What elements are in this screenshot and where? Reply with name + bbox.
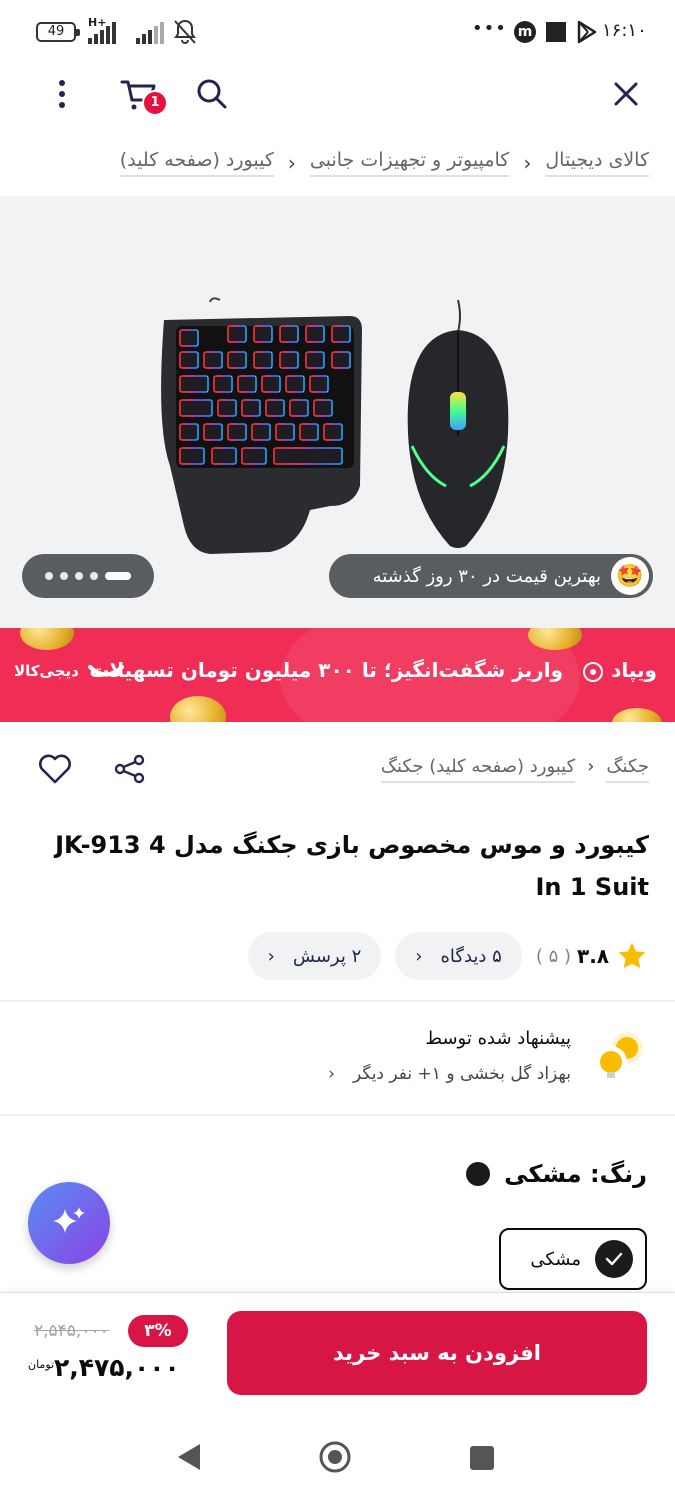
signal-icon bbox=[88, 18, 116, 44]
ai-assistant-button[interactable] bbox=[28, 1182, 110, 1264]
app-square-icon bbox=[546, 22, 566, 42]
product-actions-row: جکنگ ‹ کیبورد (صفحه کلید) جکنگ bbox=[26, 750, 649, 796]
product-image bbox=[161, 297, 509, 554]
search-button[interactable] bbox=[188, 70, 236, 118]
gallery-dot bbox=[60, 572, 68, 580]
heart-icon bbox=[39, 754, 71, 784]
best-price-text: بهترین قیمت در ۳۰ روز گذشته bbox=[372, 565, 601, 587]
more-notifications: ••• bbox=[472, 18, 507, 39]
close-button[interactable] bbox=[602, 70, 650, 118]
coin-decoration bbox=[612, 708, 662, 722]
discount-badge: ۳% bbox=[128, 1315, 188, 1347]
gallery-dot-active bbox=[105, 572, 131, 580]
search-icon bbox=[197, 79, 227, 109]
color-label: رنگ: مشکی bbox=[466, 1160, 647, 1188]
add-to-cart-button[interactable]: افزودن به سبد خرید bbox=[227, 1311, 647, 1395]
banner-text: واریز شگفت‌انگیز؛ تا ۳۰۰ میلیون تومان تس… bbox=[89, 658, 563, 682]
breadcrumb-item-keyboard[interactable]: کیبورد (صفحه کلید) bbox=[119, 149, 274, 177]
chevron-left-icon: ‹ bbox=[415, 945, 423, 967]
star-struck-emoji-icon: 🤩 bbox=[611, 557, 649, 595]
gallery-dot bbox=[45, 572, 53, 580]
purchase-bar: افزودن به سبد خرید ۲,۵۴۵,۰۰۰ ۳% ۲,۴۷۵,۰۰… bbox=[0, 1292, 675, 1414]
home-button[interactable] bbox=[318, 1440, 352, 1478]
questions-label: ۲ پرسش bbox=[292, 945, 362, 967]
play-icon bbox=[576, 19, 598, 50]
chevron-left-icon: ‹ bbox=[287, 151, 296, 175]
questions-pill[interactable]: ۲ پرسش ‹ bbox=[247, 932, 382, 980]
vertical-dots-icon bbox=[59, 80, 65, 108]
breadcrumb-item-computer[interactable]: کامپیوتر و تجهیزات جانبی bbox=[309, 149, 510, 177]
brand-link[interactable]: جکنگ bbox=[606, 756, 649, 783]
signal-2-icon bbox=[136, 18, 164, 44]
share-button[interactable] bbox=[114, 754, 146, 788]
suggested-by[interactable]: پیشنهاد شده توسط بهزاد گل بخشی و ۱+ نفر … bbox=[19, 1022, 649, 1102]
brand-breadcrumb: جکنگ ‹ کیبورد (صفحه کلید) جکنگ bbox=[380, 756, 649, 783]
rating-row: ۳.۸ ( ۵ ) ۵ دیدگاه ‹ ۲ پرسش ‹ bbox=[247, 932, 649, 980]
share-icon bbox=[114, 754, 145, 784]
wipod-logo: ویپاد bbox=[582, 658, 657, 683]
breadcrumb: کالای دیجیتال ‹ کامپیوتر و تجهیزات جانبی… bbox=[26, 140, 649, 186]
more-options-button[interactable] bbox=[38, 70, 86, 118]
mute-icon bbox=[172, 18, 198, 51]
status-bar: 49 H+ ••• m ۱۶:۱۰ bbox=[0, 0, 675, 64]
battery-icon: 49 bbox=[36, 22, 80, 42]
clock: ۱۶:۱۰ bbox=[602, 20, 647, 41]
home-circle-icon bbox=[319, 1441, 351, 1473]
currency-label: تومان bbox=[28, 1358, 55, 1371]
cart-count-badge: 1 bbox=[142, 90, 168, 116]
rating: ۳.۸ ( ۵ ) bbox=[536, 940, 649, 972]
back-triangle-icon bbox=[178, 1444, 200, 1470]
wishlist-button[interactable] bbox=[38, 754, 72, 788]
suggested-by-names: بهزاد گل بخشی و ۱+ نفر دیگر ‹ bbox=[328, 1064, 571, 1084]
divider bbox=[0, 1114, 675, 1116]
top-bar: 1 bbox=[0, 64, 675, 128]
product-title: کیبورد و موس مخصوص بازی جکنگ مدل JK-913 … bbox=[55, 831, 649, 901]
app-m-icon: m bbox=[514, 21, 536, 43]
price: ۲,۴۷۵,۰۰۰ bbox=[54, 1353, 180, 1382]
back-button[interactable] bbox=[176, 1442, 202, 1476]
close-icon bbox=[614, 82, 638, 106]
gallery-pagination[interactable] bbox=[22, 554, 154, 598]
gallery-dot bbox=[75, 572, 83, 580]
chevron-left-icon: ‹ bbox=[587, 756, 595, 777]
divider bbox=[0, 1000, 675, 1002]
best-price-badge: 🤩 بهترین قیمت در ۳۰ روز گذشته bbox=[329, 554, 653, 598]
product-gallery[interactable]: 🤩 بهترین قیمت در ۳۰ روز گذشته bbox=[0, 196, 675, 628]
coin-decoration bbox=[170, 696, 226, 722]
recommend-bulb-icon bbox=[595, 1032, 643, 1078]
sparkles-icon bbox=[53, 1207, 85, 1233]
color-option-black[interactable]: مشکی bbox=[499, 1228, 647, 1290]
chevron-left-icon: ‹ bbox=[523, 151, 532, 175]
star-icon bbox=[618, 942, 646, 969]
system-nav-bar bbox=[0, 1414, 675, 1500]
recents-button[interactable] bbox=[470, 1446, 494, 1470]
color-option-label: مشکی bbox=[530, 1248, 581, 1270]
suggested-by-title: پیشنهاد شده توسط bbox=[425, 1028, 571, 1049]
chevron-left-icon: ‹ bbox=[328, 1064, 335, 1084]
reviews-label: ۵ دیدگاه bbox=[440, 945, 502, 967]
promo-banner[interactable]: دیجی‌کالا واریز شگفت‌انگیز؛ تا ۳۰۰ میلیو… bbox=[0, 628, 675, 722]
old-price: ۲,۵۴۵,۰۰۰ bbox=[34, 1321, 109, 1341]
rating-count: ( ۵ ) bbox=[535, 945, 571, 967]
coin-decoration bbox=[20, 628, 74, 650]
battery-level: 49 bbox=[47, 24, 65, 39]
color-swatch bbox=[466, 1162, 491, 1186]
chevron-left-icon: ‹ bbox=[267, 945, 275, 967]
check-icon bbox=[595, 1240, 633, 1278]
reviews-pill[interactable]: ۵ دیدگاه ‹ bbox=[395, 932, 522, 980]
brand-category-link[interactable]: کیبورد (صفحه کلید) جکنگ bbox=[380, 756, 576, 783]
gallery-dot bbox=[90, 572, 98, 580]
rating-value: ۳.۸ bbox=[576, 944, 609, 968]
breadcrumb-item-digital[interactable]: کالای دیجیتال bbox=[545, 149, 649, 177]
